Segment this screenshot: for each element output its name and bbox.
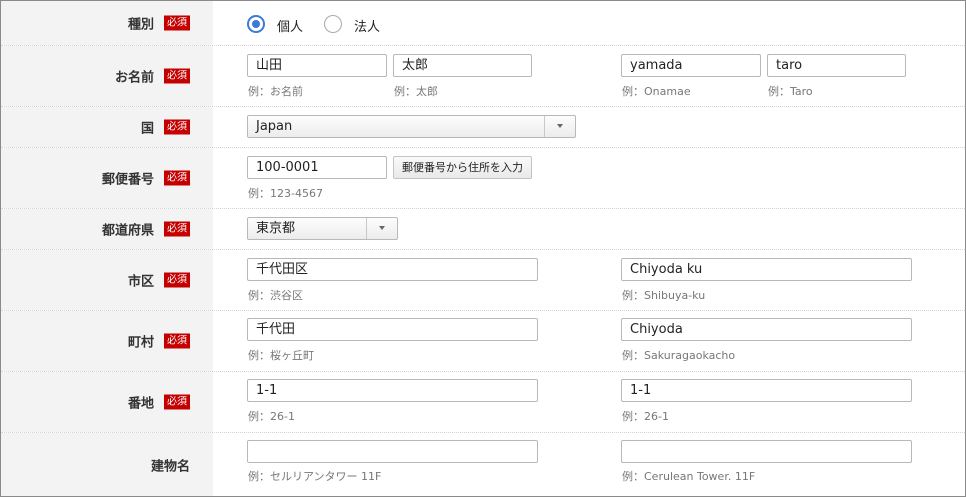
town-en-input[interactable]: Chiyoda <box>621 318 912 341</box>
form-row-city: 市区 必須 千代田区 Chiyoda ku 例：渋谷区 例：Shibuya-ku <box>1 250 965 311</box>
form-row-town: 町村 必須 千代田 Chiyoda 例：桜ヶ丘町 例：Sakuragaokach… <box>1 311 965 372</box>
row-label-cell: 種別 必須 <box>1 1 213 45</box>
city-en-input[interactable]: Chiyoda ku <box>621 258 912 281</box>
city-ja-hint: 例：渋谷区 <box>248 289 303 302</box>
chevron-down-icon <box>366 218 397 239</box>
banchi-label: 番地 <box>127 396 154 412</box>
name-label: お名前 <box>114 70 154 86</box>
banchi-en-hint: 例：26-1 <box>622 410 669 423</box>
town-ja-input[interactable]: 千代田 <box>247 318 538 341</box>
postal-code-input[interactable]: 100-0001 <box>247 156 387 179</box>
chevron-down-icon <box>544 116 575 137</box>
row-label-cell: 郵便番号 必須 <box>1 148 213 208</box>
required-badge: 必須 <box>164 68 190 84</box>
prefecture-label: 都道府県 <box>101 223 154 239</box>
row-label-cell: 町村 必須 <box>1 311 213 371</box>
banchi-ja-input[interactable]: 1-1 <box>247 379 538 402</box>
banchi-en-input[interactable]: 1-1 <box>621 379 912 402</box>
type-label: 種別 <box>127 17 154 33</box>
required-badge: 必須 <box>164 272 190 288</box>
building-ja-hint: 例：セルリアンタワー 11F <box>248 470 382 483</box>
row-label-cell: お名前 必須 <box>1 46 213 106</box>
form-row-prefecture: 都道府県 必須 東京都 <box>1 209 965 250</box>
row-label-cell: 国 必須 <box>1 107 213 147</box>
required-badge: 必須 <box>164 394 190 410</box>
building-en-input[interactable] <box>621 440 912 463</box>
city-label: 市区 <box>127 274 154 290</box>
form-row-banchi: 番地 必須 1-1 1-1 例：26-1 例：26-1 <box>1 372 965 433</box>
form-row-building: 建物名 例：セルリアンタワー 11F 例：Cerulean Tower. 11F <box>1 433 965 496</box>
first-name-roman-hint: 例：Taro <box>768 85 813 98</box>
required-badge: 必須 <box>164 170 190 186</box>
required-badge: 必須 <box>164 333 190 349</box>
required-badge: 必須 <box>164 221 190 237</box>
required-badge: 必須 <box>164 15 190 31</box>
row-label-cell: 市区 必須 <box>1 250 213 310</box>
form-row-country: 国 必須 Japan <box>1 107 965 148</box>
postal-hint: 例：123-4567 <box>248 187 323 200</box>
form-row-name: お名前 必須 山田 太郎 yamada taro 例：お名前 例：太郎 例：On… <box>1 46 965 107</box>
row-label-cell: 都道府県 必須 <box>1 209 213 249</box>
row-label-cell: 番地 必須 <box>1 372 213 432</box>
city-en-hint: 例：Shibuya-ku <box>622 289 706 302</box>
building-label: 建物名 <box>150 459 190 475</box>
building-ja-input[interactable] <box>247 440 538 463</box>
address-form: 種別 必須 個人 法人 お名前 必須 山田 太郎 yamada taro 例：お… <box>0 0 966 497</box>
town-label: 町村 <box>127 335 154 351</box>
town-ja-hint: 例：桜ヶ丘町 <box>248 349 314 362</box>
prefecture-select-value: 東京都 <box>256 221 296 236</box>
postal-label: 郵便番号 <box>101 172 154 188</box>
banchi-ja-hint: 例：26-1 <box>248 410 295 423</box>
country-label: 国 <box>140 121 154 137</box>
radio-individual[interactable] <box>247 15 265 33</box>
country-select-value: Japan <box>256 119 293 134</box>
last-name-kanji-hint: 例：お名前 <box>248 85 303 98</box>
last-name-roman-input[interactable]: yamada <box>621 54 761 77</box>
required-badge: 必須 <box>164 119 190 135</box>
first-name-kanji-hint: 例：太郎 <box>394 85 438 98</box>
radio-corporation-label[interactable]: 法人 <box>354 16 380 35</box>
radio-individual-label[interactable]: 個人 <box>277 16 303 35</box>
country-select[interactable]: Japan <box>247 115 576 138</box>
postal-lookup-button[interactable]: 郵便番号から住所を入力 <box>393 156 532 179</box>
row-label-cell: 建物名 <box>1 433 213 496</box>
radio-corporation[interactable] <box>324 15 342 33</box>
first-name-kanji-input[interactable]: 太郎 <box>393 54 532 77</box>
last-name-roman-hint: 例：Onamae <box>622 85 691 98</box>
form-row-postal: 郵便番号 必須 100-0001 郵便番号から住所を入力 例：123-4567 <box>1 148 965 209</box>
first-name-roman-input[interactable]: taro <box>767 54 906 77</box>
last-name-kanji-input[interactable]: 山田 <box>247 54 387 77</box>
building-en-hint: 例：Cerulean Tower. 11F <box>622 470 756 483</box>
prefecture-select[interactable]: 東京都 <box>247 217 398 240</box>
town-en-hint: 例：Sakuragaokacho <box>622 349 736 362</box>
form-row-type: 種別 必須 個人 法人 <box>1 1 965 46</box>
city-ja-input[interactable]: 千代田区 <box>247 258 538 281</box>
